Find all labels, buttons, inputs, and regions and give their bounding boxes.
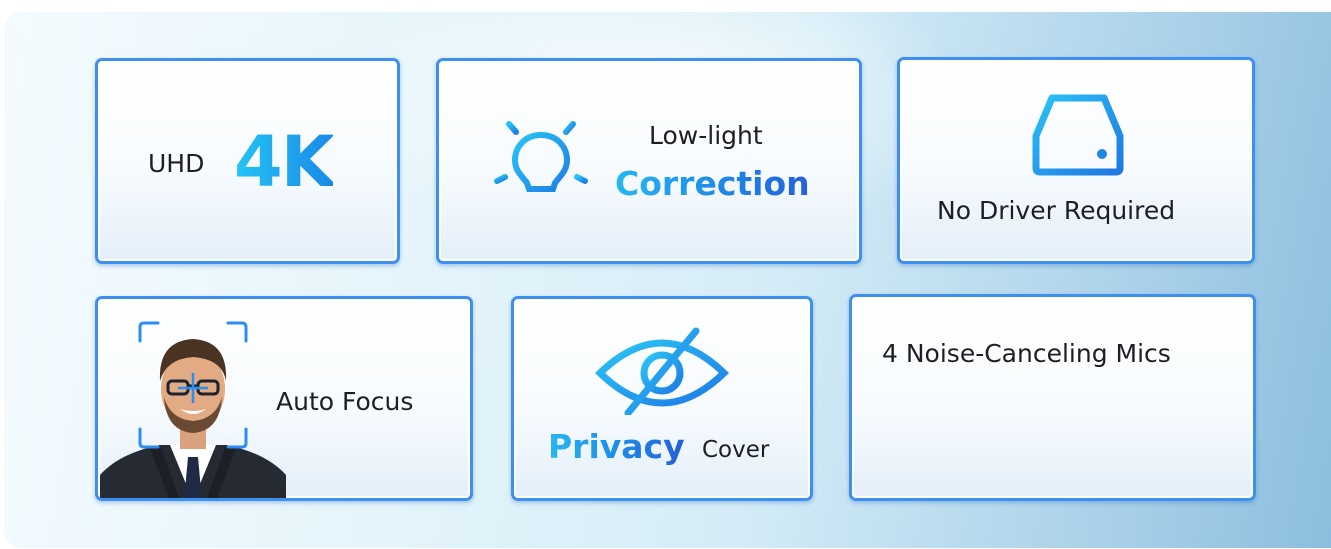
auto-focus-label: Auto Focus <box>276 387 414 416</box>
feature-card-no-driver: No Driver Required <box>897 57 1255 264</box>
no-driver-label: No Driver Required <box>937 196 1176 225</box>
privacy-label: Privacy <box>548 427 685 466</box>
lightbulb-icon <box>490 108 592 211</box>
feature-card-privacy: Privacy Cover <box>511 296 813 501</box>
feature-card-auto-focus: Auto Focus <box>95 296 473 501</box>
eye-slash-icon <box>594 327 730 415</box>
low-light-label: Low-light <box>649 121 763 150</box>
correction-label: Correction <box>615 164 810 203</box>
feature-card-low-light: Low-light Correction <box>436 58 862 264</box>
hard-drive-icon <box>1032 94 1124 176</box>
mics-label: 4 Noise-Canceling Mics <box>882 339 1171 368</box>
feature-panel: UHD 4K Low-light Correction No Driver Re… <box>4 12 1331 548</box>
resolution-4k: 4K <box>234 121 335 203</box>
uhd-label: UHD <box>148 149 205 178</box>
feature-card-uhd: UHD 4K <box>95 58 400 264</box>
cover-label: Cover <box>702 437 770 463</box>
face-focus-portrait <box>100 321 286 498</box>
sound-wave-icon <box>983 380 1115 462</box>
feature-card-mics: 4 Noise-Canceling Mics <box>849 294 1256 501</box>
